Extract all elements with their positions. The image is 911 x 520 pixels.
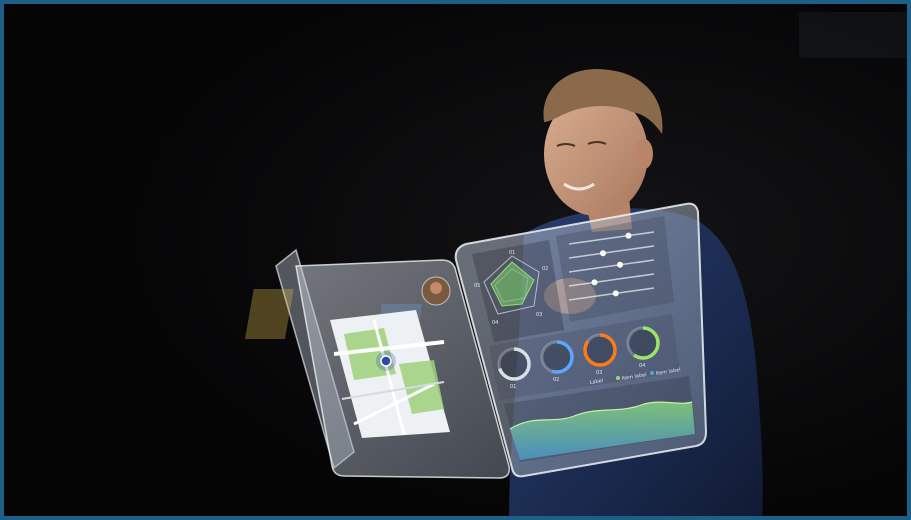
map-pin-icon [380,355,392,367]
slider-knob [617,261,623,268]
radar-label: 01 [509,250,515,256]
slider-knob [600,250,606,257]
avatar-face [430,282,442,294]
gauge-label: 02 [553,377,559,383]
radar-label: 03 [536,312,542,318]
ear [635,139,653,169]
legend-dot [616,376,620,380]
image-frame: 01 02 03 04 05 01 02 03 04 Label Item label… [0,0,911,520]
slider-knob [612,290,619,297]
slider-knob [591,279,598,286]
radar-label: 04 [492,320,498,326]
background-texture [799,12,907,58]
radar-label: 05 [474,283,480,289]
slider-knob [625,232,632,239]
gauge-label: 01 [510,384,516,390]
gauge-label: 03 [596,370,602,376]
gauge-label: 04 [639,363,645,369]
radar-label: 02 [542,266,548,272]
legend-dot [650,371,654,375]
scene: 01 02 03 04 05 01020304 Label Item label… [4,4,907,516]
